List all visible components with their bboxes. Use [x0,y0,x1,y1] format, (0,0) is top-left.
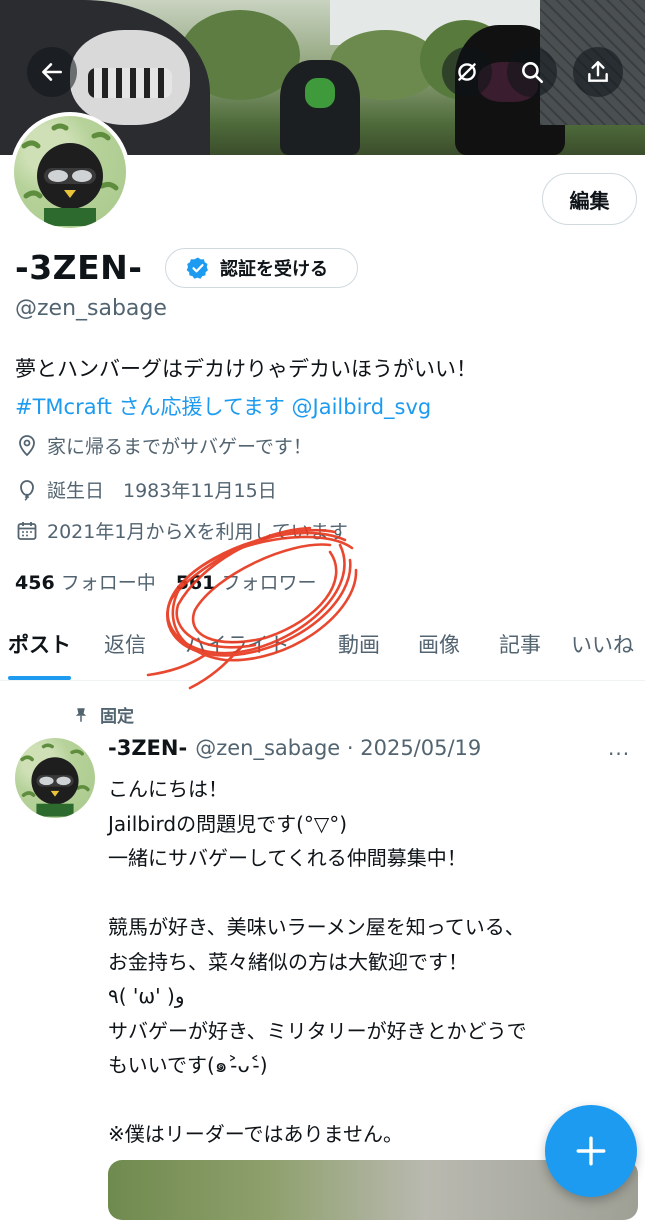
share-button[interactable] [573,47,623,97]
profile-bio: 夢とハンバーグはデカけりゃデカいほうがいい！ #TMcraft さん応援してます… [15,350,635,426]
bio-hashtag-link[interactable]: #TMcraft [15,395,112,419]
search-icon [522,62,544,84]
profile-tabs: ポスト 返信 ハイライト 動画 画像 記事 いいね [0,620,645,680]
pin-icon [75,707,87,722]
profile-location: 家に帰るまでがサバゲーです！ [15,432,312,459]
post-header: -3ZEN- @zen_sabage · 2025/05/19 [108,736,481,760]
followers-label: フォロワー [221,572,317,594]
compose-button[interactable] [545,1105,637,1197]
location-pin-icon [19,434,35,456]
pinned-indicator: 固定 [72,702,134,727]
tab-videos[interactable]: 動画 [338,620,380,680]
plus-icon [576,1136,606,1166]
grok-icon [458,63,476,81]
edit-label: 編集 [569,188,610,213]
grok-button[interactable] [442,47,492,97]
post-text: こんにちは！ Jailbirdの問題児です(°▽°) 一緒にサバゲーしてくれる仲… [108,777,527,1146]
profile-avatar[interactable] [10,112,130,232]
back-button[interactable] [27,47,77,97]
birthday-text: 誕生日 1983年11月15日 [47,480,277,502]
bio-middle-text: さん応援してます [111,395,292,419]
post-author-avatar[interactable] [15,738,95,818]
bio-line: 夢とハンバーグはデカけりゃデカいほうがいい！ [15,357,477,381]
more-options-icon[interactable]: ··· [608,742,630,766]
tabs-divider [0,680,645,681]
verify-label: 認証を受ける [220,259,328,280]
search-button[interactable] [507,47,557,97]
tab-posts[interactable]: ポスト [8,620,71,680]
location-text: 家に帰るまでがサバゲーです！ [47,436,312,458]
followers-count: 561 [175,572,216,594]
edit-profile-button[interactable]: 編集 [542,173,637,225]
balloon-icon [20,479,34,501]
verified-badge-icon [186,257,208,279]
tab-highlights[interactable]: ハイライト [185,620,290,680]
display-name: -3ZEN- [15,248,143,287]
arrow-left-icon [42,63,62,81]
follow-stats: 456 フォロー中 561 フォロワー [15,568,316,595]
post-handle-date[interactable]: @zen_sabage · 2025/05/19 [195,736,481,760]
profile-handle: @zen_sabage [15,296,167,321]
get-verified-button[interactable]: 認証を受ける [165,248,358,288]
profile-joined: 2021年1月からXを利用しています [15,517,348,544]
following-count: 456 [15,572,55,594]
joined-text: 2021年1月からXを利用しています [47,521,348,543]
followers-link[interactable]: 561 フォロワー [176,568,317,595]
calendar-icon [17,521,37,540]
tab-replies[interactable]: 返信 [104,620,146,680]
bio-mention-link[interactable]: @Jailbird_svg [292,395,432,419]
share-icon [588,61,608,82]
tab-likes[interactable]: いいね [571,620,645,680]
tab-articles[interactable]: 記事 [499,620,541,680]
profile-birthday: 誕生日 1983年11月15日 [15,476,277,503]
pinned-label: 固定 [100,707,134,727]
following-link[interactable]: 456 フォロー中 [15,568,156,595]
following-label: フォロー中 [60,572,156,594]
post-author-name[interactable]: -3ZEN- [108,736,187,760]
tab-images[interactable]: 画像 [418,620,460,680]
